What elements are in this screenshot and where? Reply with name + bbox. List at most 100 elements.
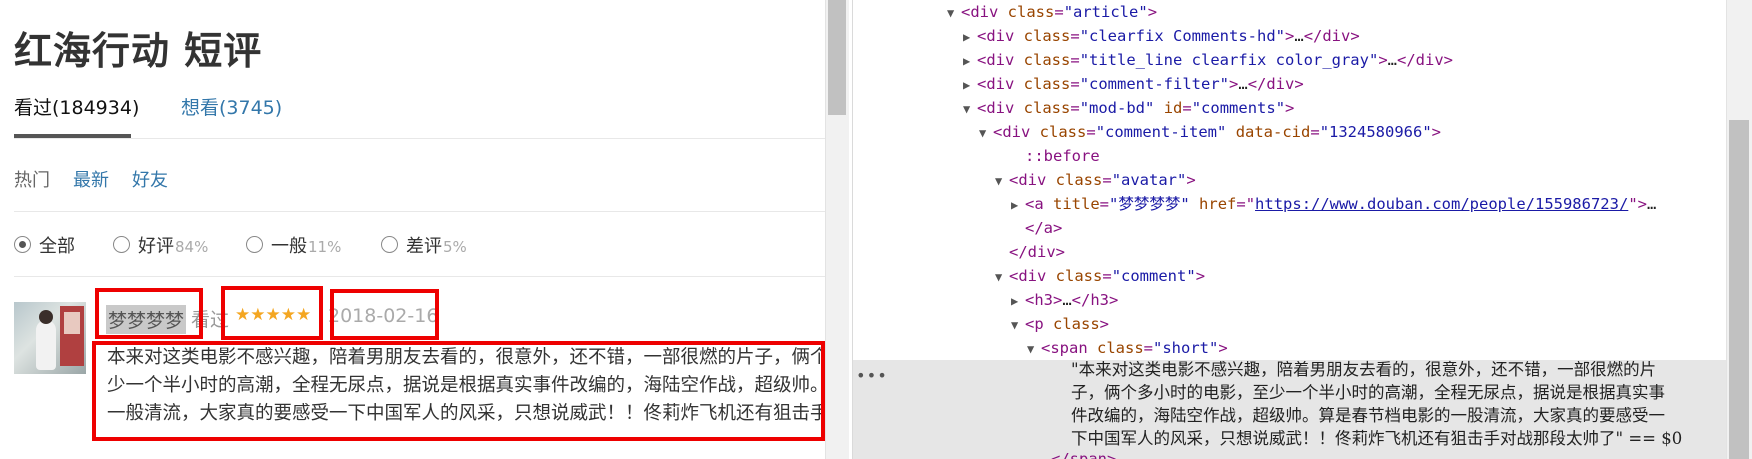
attr-name: class <box>1055 267 1103 285</box>
attr-name: class <box>1023 27 1071 45</box>
tag-text: > <box>1099 315 1110 333</box>
tag-text: > <box>1229 75 1239 93</box>
tag-text: </div> <box>1009 243 1065 261</box>
tag-text: =" <box>1236 195 1256 213</box>
tag-text: = <box>1310 123 1320 141</box>
attr-value[interactable]: https://www.douban.com/people/155986723/ <box>1255 195 1628 213</box>
user-avatar[interactable] <box>14 302 86 374</box>
tab-want-to-watch[interactable]: 想看(3745) <box>181 93 282 120</box>
expand-down-icon[interactable]: ▼ <box>1011 313 1025 337</box>
attr-value: "clearfix Comments-hd" <box>1079 27 1285 45</box>
dom-node-line[interactable]: ▶ <h3>…</h3> <box>1011 288 1118 312</box>
dom-node-line[interactable]: ▼ <div class="avatar"> <box>995 168 1196 192</box>
divider <box>14 276 825 277</box>
dom-node-line[interactable]: ▼ <div class="comment"> <box>995 264 1205 288</box>
divider <box>14 211 825 212</box>
tag-text: > <box>1195 267 1206 285</box>
devtools-scrollbar-thumb[interactable] <box>1729 120 1749 459</box>
filter-negative-percent: 5% <box>443 238 467 256</box>
attr-name: title <box>1053 195 1100 213</box>
attr-value: "comment-filter" <box>1079 75 1229 93</box>
dom-node-line[interactable]: </div> <box>995 240 1065 264</box>
attr-name: class <box>1023 51 1071 69</box>
filter-neutral-radio[interactable]: 一般11% <box>246 232 341 258</box>
dom-node-line[interactable]: ▶ <div class="comment-filter">…</div> <box>963 72 1304 96</box>
filter-neutral-percent: 11% <box>308 238 342 256</box>
tag-text: <div <box>961 3 1008 21</box>
expand-right-icon[interactable]: ▶ <box>1011 289 1025 313</box>
douban-page-panel: 红海行动 短评 看过(184934) 想看(3745) 热门 最新 好友 全部 … <box>0 0 825 459</box>
filter-positive-percent: 84% <box>175 238 209 256</box>
expand-down-icon[interactable]: ▼ <box>947 1 961 25</box>
filter-negative-label: 差评 <box>406 236 442 257</box>
expand-down-icon[interactable]: ▼ <box>979 121 993 145</box>
profile-link[interactable]: https://www.douban.com/people/155986723/ <box>1255 195 1628 213</box>
sort-friends-link[interactable]: 好友 <box>132 166 168 192</box>
radio-selected-icon[interactable] <box>14 236 31 253</box>
attr-value: "comment" <box>1111 267 1196 285</box>
expand-down-icon[interactable]: ▼ <box>963 97 977 121</box>
dom-node-line[interactable]: </a> <box>1011 216 1062 240</box>
radio-icon[interactable] <box>381 236 398 253</box>
tag-text: <h3> <box>1025 291 1063 309</box>
attr-name: class <box>1023 75 1071 93</box>
dom-node-line[interactable]: ::before <box>1011 144 1100 168</box>
expand-right-icon[interactable]: ▶ <box>963 25 977 49</box>
tag-text: = <box>1182 99 1192 117</box>
sort-latest-link[interactable]: 最新 <box>73 166 109 192</box>
radio-icon[interactable] <box>246 236 263 253</box>
expand-down-icon[interactable]: ▼ <box>995 169 1009 193</box>
attr-name: class <box>1023 99 1071 117</box>
dom-node-line[interactable]: ▼ <span class="short"> <box>1027 336 1228 360</box>
text-node-line: 子，俩个多小时的电影，至少一个半小时的高潮，全程无尿点，据说是根据真实事 <box>1071 383 1665 402</box>
tag-text <box>1154 99 1163 117</box>
sort-hot-link[interactable]: 热门 <box>14 166 50 192</box>
tag-text: <div <box>977 75 1024 93</box>
filter-positive-radio[interactable]: 好评84% <box>113 232 208 258</box>
expand-down-icon[interactable]: ▼ <box>1027 337 1041 361</box>
dom-node-line[interactable]: ▼ <div class="article"> <box>947 0 1157 24</box>
dom-node-line[interactable]: ▼ <div class="mod-bd" id="comments"> <box>963 96 1294 120</box>
filter-negative-radio[interactable]: 差评5% <box>381 232 467 258</box>
attr-value: "梦梦梦梦" <box>1109 195 1190 213</box>
expand-right-icon[interactable]: ▶ <box>1011 193 1025 217</box>
tag-text: > <box>1285 27 1295 45</box>
filter-neutral-label: 一般 <box>271 236 307 257</box>
tag-text: <p <box>1025 315 1053 333</box>
highlight-box-rating <box>221 286 323 340</box>
highlight-box-date <box>330 289 439 340</box>
filter-all-radio[interactable]: 全部 <box>14 232 75 258</box>
page-scrollbar-thumb[interactable] <box>828 0 846 115</box>
dom-node-line[interactable]: ▼ <div class="comment-item" data-cid="132… <box>979 120 1441 144</box>
attr-name: class <box>1007 3 1055 21</box>
dom-close-tag[interactable]: </span> <box>1051 447 1116 459</box>
tab-watched[interactable]: 看过(184934) <box>14 93 139 120</box>
expand-down-icon[interactable]: ▼ <box>995 265 1009 289</box>
tag-text: … <box>1294 27 1304 45</box>
attr-value: "mod-bd" <box>1079 99 1155 117</box>
attr-name: data-cid <box>1235 123 1311 141</box>
dom-node-line[interactable]: ▶ <div class="title_line clearfix color_g… <box>963 48 1453 72</box>
radio-icon[interactable] <box>113 236 130 253</box>
dom-node-line[interactable]: ▶ <a title="梦梦梦梦" href="https://www.douba… <box>1011 192 1656 216</box>
dom-node-line[interactable]: ▶ <div class="clearfix Comments-hd">…</di… <box>963 24 1360 48</box>
tag-text: > <box>1186 171 1196 189</box>
tag-text: = <box>1070 99 1080 117</box>
tag-text: <div <box>977 51 1024 69</box>
text-node-line: 下中国军人的风采，只想说威武！！佟莉炸飞机还有狙击手对战那段太帅了" == $0 <box>1071 429 1683 448</box>
more-options-icon[interactable]: ••• <box>856 366 888 385</box>
dom-node-line[interactable]: ▼ <p class> <box>1011 312 1109 336</box>
tag-text <box>1226 123 1235 141</box>
selected-text-node[interactable]: "本来对这类电影不感兴趣，陪着男朋友去看的，很意外，还不错，一部很燃的片 子，俩… <box>1071 358 1721 450</box>
tag-text: <a <box>1025 195 1053 213</box>
tag-text: </h3> <box>1071 291 1119 309</box>
tag-text: = <box>1070 51 1080 69</box>
tag-text: <div <box>1009 267 1056 285</box>
tag-text: <span <box>1041 339 1097 357</box>
tag-text: > <box>1147 3 1158 21</box>
expand-right-icon[interactable]: ▶ <box>963 73 977 97</box>
tag-text: = <box>1070 27 1080 45</box>
devtools-elements-panel: ▼ <div class="article"> ▶ <div class="clear… <box>852 0 1727 459</box>
attr-name: id <box>1163 99 1183 117</box>
expand-right-icon[interactable]: ▶ <box>963 49 977 73</box>
